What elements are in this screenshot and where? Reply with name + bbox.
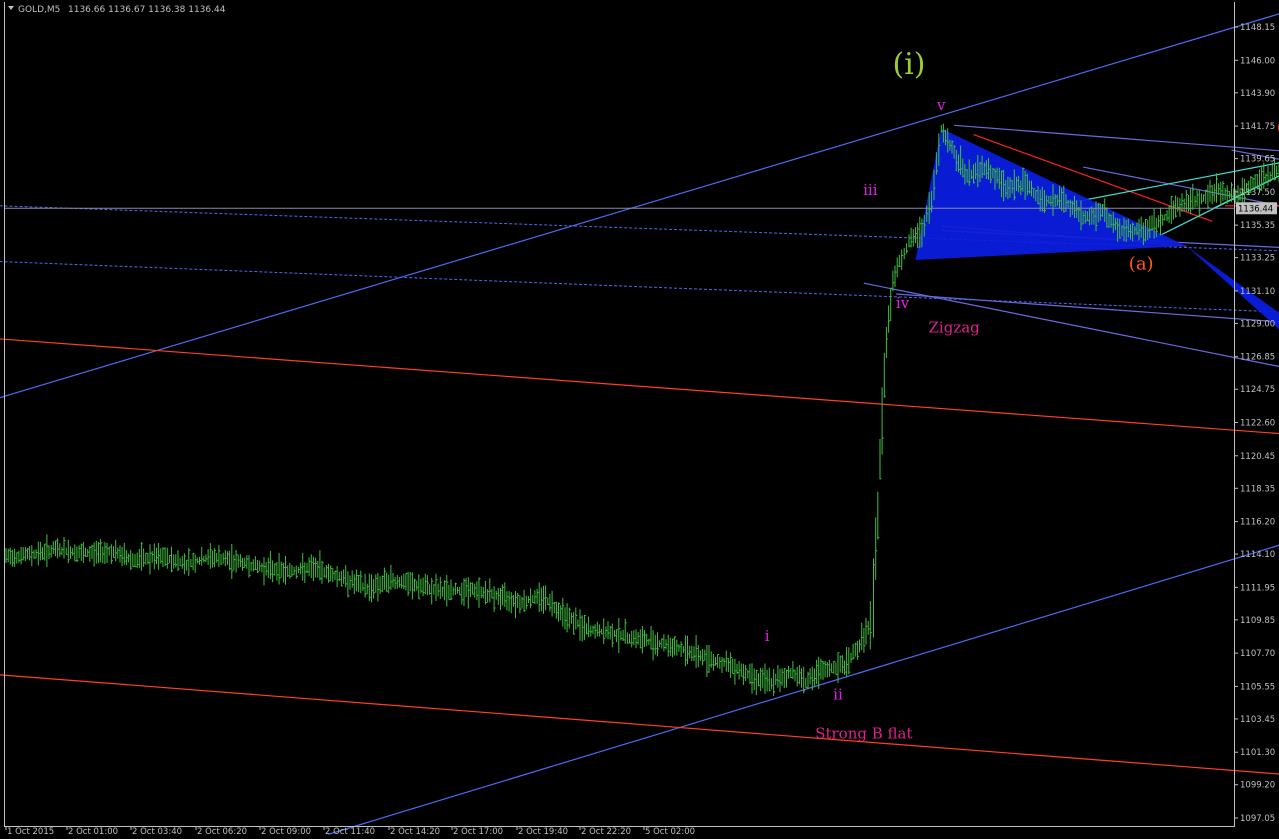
wave-label: (a) (1129, 253, 1154, 274)
time-tick-label: 5 Oct 02:00 (645, 827, 695, 835)
price-tick-label: 1118.35 (1240, 484, 1275, 494)
time-axis: 1 Oct 2015 2 Oct 01:00 2 Oct 03:40 2 Oct 06… (6, 826, 695, 835)
time-tick-label: 2 Oct 09:00 (261, 827, 311, 835)
price-tick-label: 1139.65 (1240, 155, 1275, 165)
price-tick-label: 1135.35 (1240, 221, 1275, 231)
price-tick-label: 1126.85 (1240, 353, 1275, 363)
price-tick-label: 1116.20 (1240, 518, 1275, 528)
price-tick-label: 1129.00 (1240, 319, 1275, 329)
wave-label: iv (896, 294, 910, 312)
time-tick-label: 2 Oct 22:20 (581, 827, 631, 835)
chart-window[interactable]: (i)viiiivZigzag(a)(b)iiiiiiivv(2)(1)(3)(… (0, 0, 1279, 835)
wave-label: iii (863, 181, 878, 199)
price-tick-label: 1111.95 (1240, 583, 1275, 593)
price-tick-label: 1141.75 (1240, 122, 1275, 132)
current-price-tag: 1136.44 (1236, 202, 1277, 214)
price-tick-label: 1124.75 (1240, 385, 1275, 395)
price-tick-label: 1101.30 (1240, 748, 1275, 758)
price-tick-label: 1105.55 (1240, 682, 1275, 692)
price-tick-label: 1122.60 (1240, 419, 1275, 429)
time-tick-label: 2 Oct 19:40 (518, 827, 568, 835)
price-tick-label: 1109.85 (1240, 616, 1275, 626)
price-tick-label: 1148.15 (1240, 23, 1275, 33)
price-tick-label: 1099.20 (1240, 781, 1275, 791)
time-tick-label: 2 Oct 11:40 (325, 827, 375, 835)
current-price-label: 1136.44 (1238, 204, 1273, 214)
wave-label: v (936, 96, 946, 114)
chart-background (0, 0, 1279, 835)
wave-label: (i) (892, 47, 925, 82)
price-tick-label: 1143.90 (1240, 89, 1275, 99)
wave-label: i (765, 627, 770, 645)
price-tick-label: 1107.70 (1240, 649, 1275, 659)
price-tick-label: 1103.45 (1240, 715, 1275, 725)
price-tick-label: 1133.25 (1240, 254, 1275, 264)
price-tick-label: 1097.05 (1240, 814, 1275, 824)
price-tick-label: 1137.50 (1240, 188, 1275, 198)
time-tick-label: 2 Oct 03:40 (132, 827, 182, 835)
ohlc-values: 1136.66 1136.67 1136.38 1136.44 (68, 5, 226, 15)
time-tick-label: 2 Oct 06:20 (197, 827, 247, 835)
time-tick-label: 2 Oct 01:00 (68, 827, 118, 835)
price-tick-label: 1146.00 (1240, 56, 1275, 66)
symbol-label: GOLD,M5 (18, 5, 60, 15)
wave-label: Strong B flat (815, 724, 912, 742)
price-tick-label: 1120.45 (1240, 452, 1275, 462)
price-tick-label: 1114.10 (1240, 550, 1275, 560)
wave-label: Zigzag (929, 319, 981, 337)
time-tick-label: 2 Oct 14:20 (390, 827, 440, 835)
time-tick-label: 2 Oct 17:00 (453, 827, 503, 835)
price-tick-label: 1131.10 (1240, 287, 1275, 297)
time-tick-label: 1 Oct 2015 (7, 827, 54, 835)
wave-label: ii (833, 686, 843, 704)
price-chart[interactable]: (i)viiiivZigzag(a)(b)iiiiiiivv(2)(1)(3)(… (0, 0, 1279, 835)
